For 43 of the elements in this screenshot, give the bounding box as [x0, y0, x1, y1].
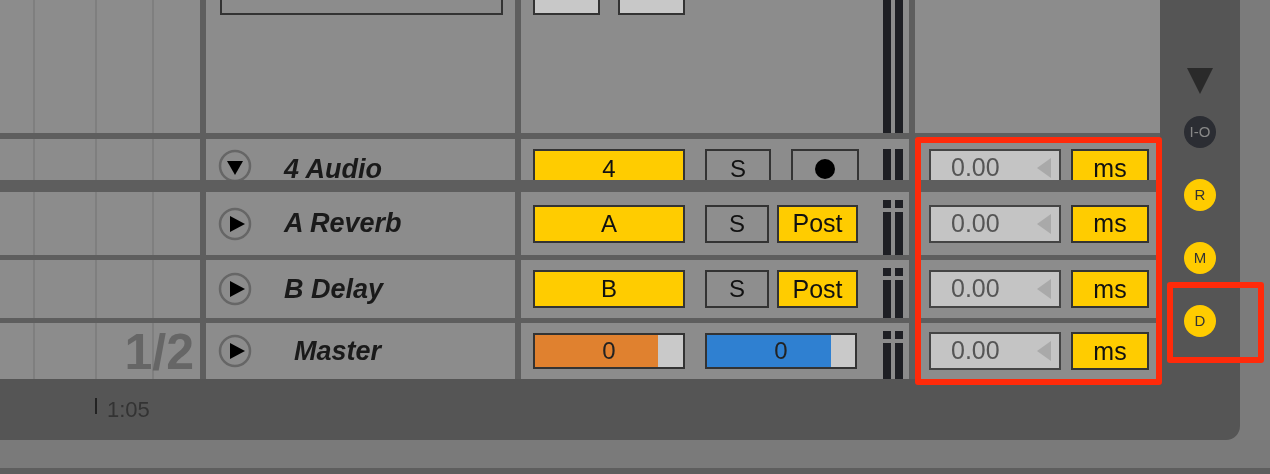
volume-slider[interactable]: 0 — [705, 333, 857, 369]
decrement-icon — [1037, 158, 1051, 178]
unit-button[interactable]: ms — [1071, 270, 1149, 308]
solo-button[interactable]: S — [705, 270, 769, 308]
expand-icon[interactable] — [218, 272, 252, 306]
decrement-icon — [1037, 341, 1051, 361]
partial-button[interactable] — [618, 0, 685, 15]
track-label-button[interactable]: 4 — [533, 149, 685, 180]
level-meter — [883, 149, 903, 180]
track-label-button[interactable]: B — [533, 270, 685, 308]
unit-button[interactable]: ms — [1071, 149, 1149, 180]
delay-field[interactable]: 0.00 — [929, 332, 1061, 370]
send-mode-button[interactable]: Post — [777, 270, 858, 308]
decrement-icon — [1037, 279, 1051, 299]
send-mode-button[interactable]: Post — [777, 204, 858, 243]
section-toggle[interactable]: D — [1184, 305, 1216, 337]
delay-field[interactable]: 0.00 — [929, 270, 1061, 308]
unit-button[interactable]: ms — [1071, 204, 1149, 243]
solo-button[interactable]: S — [705, 204, 769, 243]
decrement-icon — [1037, 213, 1051, 234]
track-name: 4 Audio — [284, 153, 382, 180]
partial-button[interactable] — [533, 0, 600, 15]
section-toggle[interactable]: M — [1184, 242, 1216, 274]
track-name: B Delay — [284, 272, 384, 306]
level-meter — [883, 268, 903, 318]
track-name: Master — [294, 334, 382, 368]
record-icon — [814, 158, 836, 180]
collapse-icon[interactable] — [218, 149, 252, 180]
solo-button[interactable]: S — [705, 149, 771, 180]
expand-icon[interactable] — [218, 206, 252, 241]
expand-icon[interactable] — [218, 334, 252, 368]
ruler-tick — [95, 398, 97, 414]
volume-slider[interactable]: 0 — [533, 333, 685, 369]
delay-field[interactable]: 0.00 — [929, 149, 1061, 180]
section-toggle[interactable]: I-O — [1184, 116, 1216, 148]
level-meter — [883, 200, 903, 255]
arm-button[interactable] — [791, 149, 859, 180]
unit-button[interactable]: ms — [1071, 332, 1149, 370]
section-toggle[interactable]: R — [1184, 179, 1216, 211]
level-meter — [883, 331, 903, 379]
track-name: A Reverb — [284, 207, 402, 241]
delay-field[interactable]: 0.00 — [929, 204, 1061, 243]
track-label-button[interactable]: A — [533, 204, 685, 243]
